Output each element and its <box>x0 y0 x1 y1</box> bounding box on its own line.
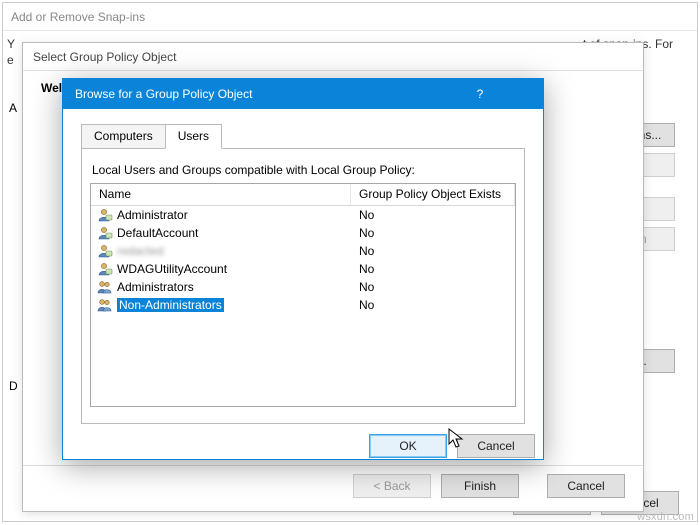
column-gpo-exists[interactable]: Group Policy Object Exists <box>351 184 515 205</box>
wizard-welcome-text: Wel <box>41 81 62 95</box>
wizard-back-button[interactable]: < Back <box>353 474 431 498</box>
gpo-wizard-titlebar: Select Group Policy Object <box>23 43 643 71</box>
browse-gpo-dialog: Browse for a Group Policy Object ? Compu… <box>62 78 544 460</box>
wizard-finish-button[interactable]: Finish <box>441 474 519 498</box>
listview-label: Local Users and Groups compatible with L… <box>92 163 516 177</box>
dialog-close-button[interactable] <box>497 79 543 109</box>
snapins-title: Add or Remove Snap-ins <box>11 10 145 24</box>
column-name[interactable]: Name <box>91 184 351 205</box>
dialog-tabs: Computers Users <box>81 123 525 148</box>
dialog-help-button[interactable]: ? <box>463 79 497 109</box>
list-item[interactable]: Administrator No <box>91 206 515 224</box>
list-item-gpo: No <box>351 280 515 294</box>
dialog-cancel-button[interactable]: Cancel <box>457 434 535 458</box>
group-icon <box>97 298 113 312</box>
user-icon <box>97 208 113 222</box>
snapins-titlebar: Add or Remove Snap-ins <box>3 3 697 31</box>
list-item-name: Administrators <box>117 280 194 294</box>
list-item[interactable]: DefaultAccount No <box>91 224 515 242</box>
wizard-button-row: < Back Finish Cancel <box>23 465 643 505</box>
gpo-wizard-close-button[interactable] <box>599 43 643 71</box>
list-item-gpo: No <box>351 208 515 222</box>
help-icon: ? <box>477 87 484 101</box>
list-item-name: DefaultAccount <box>117 226 198 240</box>
browse-gpo-titlebar: Browse for a Group Policy Object ? <box>63 79 543 109</box>
listview-header: Name Group Policy Object Exists <box>91 184 515 206</box>
list-item-name: Non-Administrators <box>117 298 224 312</box>
user-icon <box>97 244 113 258</box>
tab-panel-users: Local Users and Groups compatible with L… <box>81 148 525 424</box>
text-fragment: A <box>9 101 17 115</box>
list-item-name: WDAGUtilityAccount <box>117 262 227 276</box>
browse-gpo-title: Browse for a Group Policy Object <box>75 87 252 101</box>
list-item-name: Administrator <box>117 208 188 222</box>
user-icon <box>97 226 113 240</box>
list-item[interactable]: Administrators No <box>91 278 515 296</box>
list-item-gpo: No <box>351 226 515 240</box>
list-item-name: redacted <box>117 244 164 258</box>
group-icon <box>97 280 113 294</box>
gpo-wizard-title: Select Group Policy Object <box>33 50 176 64</box>
users-listview[interactable]: Name Group Policy Object Exists Administ… <box>90 183 516 407</box>
dialog-ok-button[interactable]: OK <box>369 434 447 458</box>
text-fragment: Y <box>7 37 15 51</box>
list-item[interactable]: WDAGUtilityAccount No <box>91 260 515 278</box>
list-item[interactable]: redacted No <box>91 242 515 260</box>
list-item-gpo: No <box>351 244 515 258</box>
snapins-close-button[interactable] <box>651 3 697 31</box>
text-fragment: e <box>7 53 14 67</box>
list-item-gpo: No <box>351 262 515 276</box>
watermark-text: wsxdn.com <box>637 511 694 523</box>
text-fragment: D <box>9 379 18 393</box>
user-icon <box>97 262 113 276</box>
tab-users[interactable]: Users <box>165 124 222 149</box>
list-item-gpo: No <box>351 298 515 312</box>
wizard-cancel-button[interactable]: Cancel <box>547 474 625 498</box>
list-item[interactable]: Non-Administrators No <box>91 296 515 314</box>
tab-computers[interactable]: Computers <box>81 124 166 149</box>
